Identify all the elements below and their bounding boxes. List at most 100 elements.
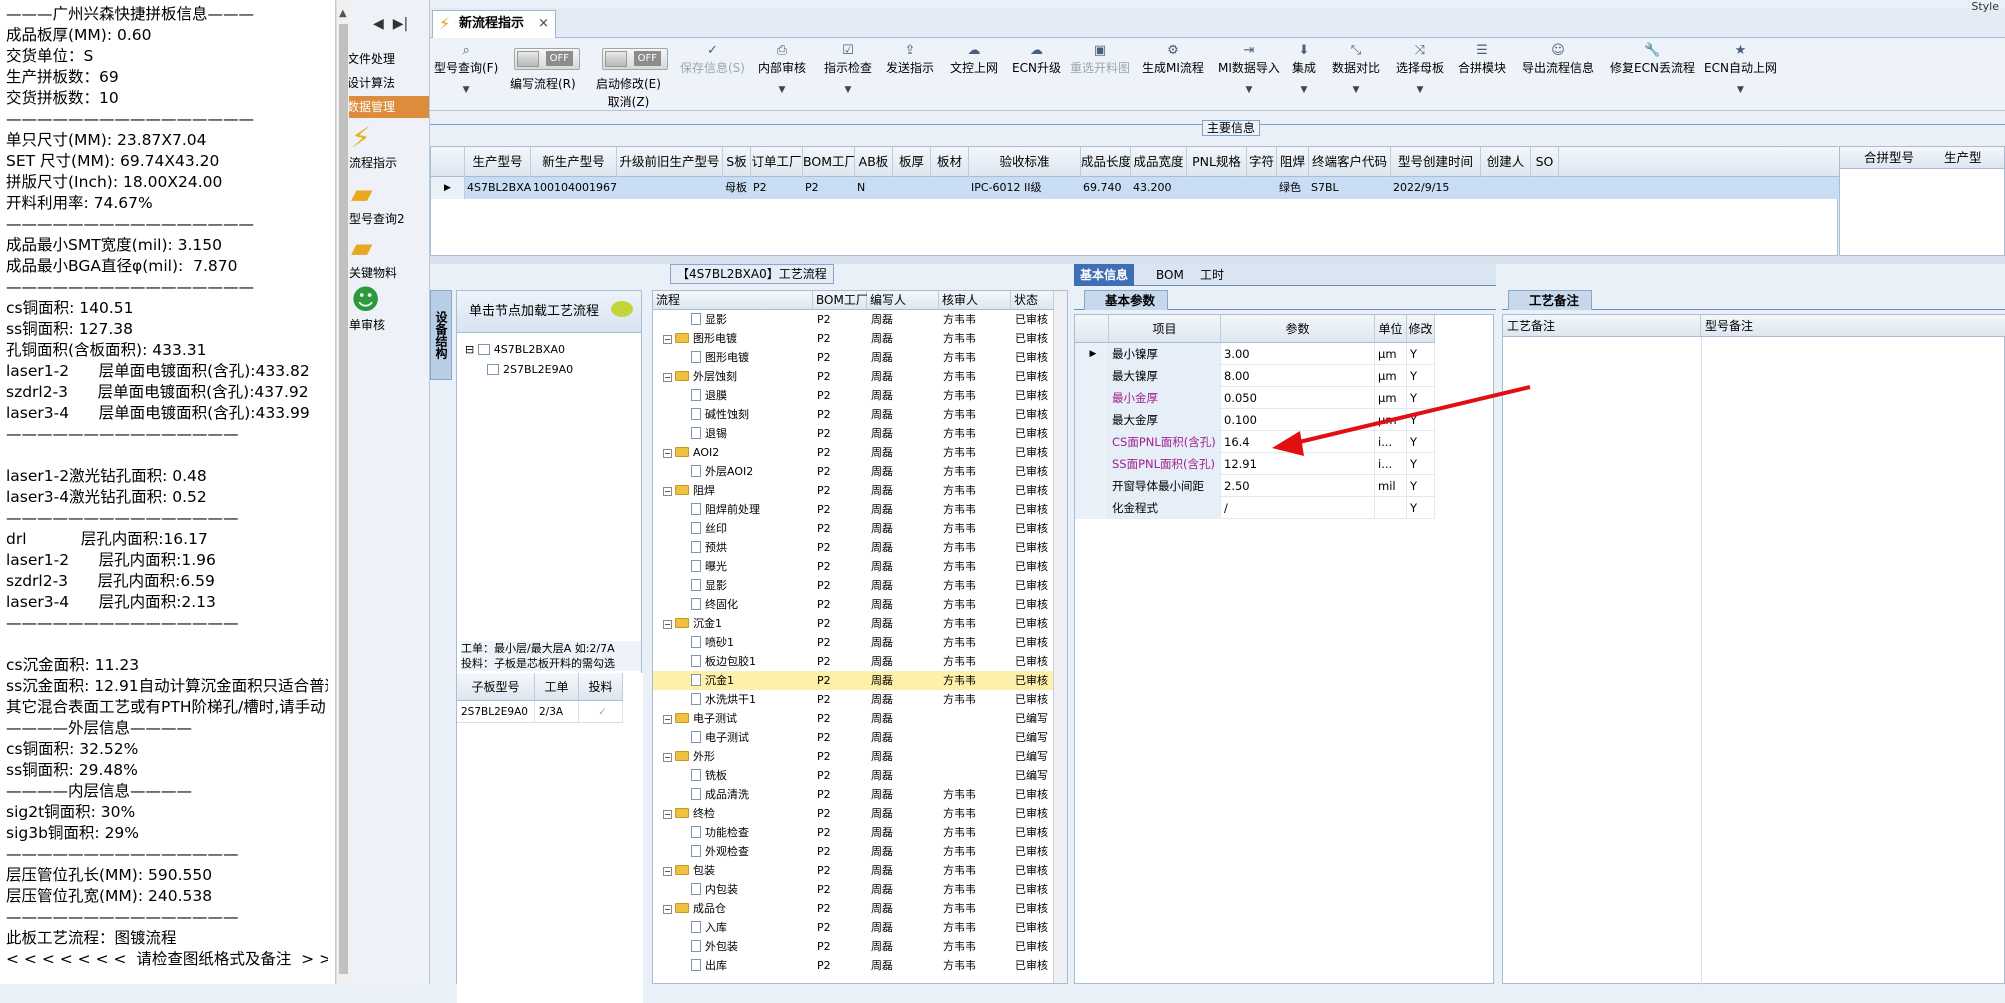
flow-name-cell[interactable]: 功能检查 — [691, 823, 813, 842]
work-order-cell[interactable]: 2/3A — [535, 701, 579, 723]
column-header[interactable]: BOM工厂 — [813, 291, 868, 310]
column-header[interactable]: 合拼型号 — [1864, 147, 1914, 169]
tab-basic-info[interactable]: 基本信息 — [1074, 264, 1135, 286]
dropdown-icon[interactable]: ▼ — [1218, 83, 1280, 97]
flow-name-cell[interactable]: 图形电镀 — [691, 348, 813, 367]
arrow-left-icon[interactable]: ◀ — [373, 16, 384, 32]
param-value-cell[interactable]: 12.91 — [1221, 453, 1375, 475]
flow-row[interactable]: 内包装 P2 周磊 方韦韦 已审核 — [653, 880, 1053, 899]
flow-name-cell[interactable]: 沉金1 — [691, 671, 813, 690]
nav-review[interactable]: ☻ 单审核 — [349, 284, 429, 333]
flow-name-cell[interactable]: 预烘 — [691, 538, 813, 557]
writer-cell[interactable]: 周磊 — [871, 785, 937, 804]
reviewer-cell[interactable]: 方韦韦 — [943, 500, 1009, 519]
column-header[interactable]: 参数 — [1221, 315, 1375, 343]
table-cell[interactable]: 69.740 — [1081, 177, 1131, 199]
collapse-icon[interactable]: − — [663, 715, 672, 724]
reviewer-cell[interactable]: 方韦韦 — [943, 804, 1009, 823]
writer-cell[interactable]: 周磊 — [871, 595, 937, 614]
collapse-icon[interactable]: − — [663, 373, 672, 382]
collapse-icon[interactable]: − — [663, 335, 672, 344]
status-cell[interactable]: 已审核 — [1015, 880, 1053, 899]
param-row[interactable]: 化金程式 / Y — [1075, 497, 1435, 519]
flow-row[interactable]: 外观检查 P2 周磊 方韦韦 已审核 — [653, 842, 1053, 861]
close-icon[interactable]: × — [538, 11, 549, 37]
reviewer-cell[interactable]: 方韦韦 — [943, 918, 1009, 937]
flow-name-cell[interactable]: − AOI2 — [663, 443, 813, 462]
flow-row[interactable]: 电子测试 P2 周磊 已编写 — [653, 728, 1053, 747]
flow-row[interactable]: 外包装 P2 周磊 方韦韦 已审核 — [653, 937, 1053, 956]
select-mother-button[interactable]: ⤨ 选择母板 ▼ — [1396, 43, 1444, 97]
collapse-icon[interactable]: − — [663, 810, 672, 819]
status-cell[interactable]: 已审核 — [1015, 804, 1053, 823]
column-header[interactable]: S板 — [723, 147, 751, 177]
column-header[interactable]: 板材 — [931, 147, 969, 177]
nav-item-file[interactable]: 文件处理 — [349, 48, 429, 70]
flow-name-cell[interactable]: − 终检 — [663, 804, 813, 823]
flow-row[interactable]: 碱性蚀刻 P2 周磊 方韦韦 已审核 — [653, 405, 1053, 424]
column-header[interactable]: 创建人 — [1481, 147, 1531, 177]
reviewer-cell[interactable]: 方韦韦 — [943, 576, 1009, 595]
flow-row[interactable]: 功能检查 P2 周磊 方韦韦 已审核 — [653, 823, 1053, 842]
dropdown-icon[interactable]: ▼ — [1396, 83, 1444, 97]
writer-cell[interactable]: 周磊 — [871, 367, 937, 386]
writer-cell[interactable]: 周磊 — [871, 804, 937, 823]
remark-grid[interactable]: 工艺备注 型号备注 — [1502, 314, 2005, 985]
column-header[interactable]: SO — [1531, 147, 1559, 177]
table-cell[interactable] — [617, 177, 723, 199]
flow-name-cell[interactable]: − 包装 — [663, 861, 813, 880]
process-flow-grid[interactable]: 流程 BOM工厂 编写人 核审人 状态 显影 P2 周磊 方韦韦 已审核 − 图形电镀 P2 周… — [652, 290, 1068, 984]
notepad-scrollbar[interactable]: ▲ — [336, 0, 349, 984]
flow-name-cell[interactable]: 退锡 — [691, 424, 813, 443]
splitter[interactable] — [430, 256, 2005, 264]
start-modify-toggle[interactable]: OFF — [602, 48, 668, 70]
column-header[interactable]: 终端客户代码 — [1309, 147, 1391, 177]
status-cell[interactable]: 已审核 — [1015, 405, 1053, 424]
dropdown-icon[interactable]: ▼ — [434, 83, 498, 97]
reviewer-cell[interactable]: 方韦韦 — [943, 443, 1009, 462]
table-cell[interactable]: 2022/9/15 — [1391, 177, 1481, 199]
table-cell[interactable]: IPC-6012 II级 — [969, 177, 1081, 199]
status-cell[interactable]: 已审核 — [1015, 500, 1053, 519]
vertical-tab[interactable]: 设备结构 — [430, 290, 452, 380]
flow-name-cell[interactable]: − 沉金1 — [663, 614, 813, 633]
ecn-auto-upload-button[interactable]: ★ ECN自动上网 ▼ — [1704, 43, 1777, 97]
reviewer-cell[interactable]: 方韦韦 — [943, 785, 1009, 804]
dropdown-icon[interactable]: ▼ — [1292, 83, 1316, 97]
sub-board-cell[interactable]: 2S7BL2E9A0 — [457, 701, 535, 723]
reviewer-cell[interactable]: 方韦韦 — [943, 614, 1009, 633]
dropdown-icon[interactable]: ▼ — [824, 83, 872, 97]
writer-cell[interactable]: 周磊 — [871, 386, 937, 405]
dropdown-icon[interactable]: ▼ — [1704, 83, 1777, 97]
flow-row[interactable]: 入库 P2 周磊 方韦韦 已审核 — [653, 918, 1053, 937]
writer-cell[interactable]: 周磊 — [871, 538, 937, 557]
dropdown-icon[interactable]: ▼ — [1332, 83, 1380, 97]
status-cell[interactable]: 已审核 — [1015, 652, 1053, 671]
status-cell[interactable]: 已审核 — [1015, 899, 1053, 918]
table-cell[interactable]: 10010400196799 — [531, 177, 617, 199]
status-cell[interactable]: 已审核 — [1015, 348, 1053, 367]
flow-row[interactable]: 曝光 P2 周磊 方韦韦 已审核 — [653, 557, 1053, 576]
column-header[interactable]: 验收标准 — [969, 147, 1081, 177]
tab-work-hours[interactable]: 工时 — [1194, 264, 1230, 286]
send-instruction-button[interactable]: ⇪ 发送指示 — [886, 43, 934, 77]
flow-name-cell[interactable]: 出库 — [691, 956, 813, 975]
flow-name-cell[interactable]: 水洗烘干1 — [691, 690, 813, 709]
column-header[interactable]: 新生产型号 — [531, 147, 617, 177]
nav-item-algo[interactable]: 设计算法 — [349, 72, 429, 94]
param-row[interactable]: 最大金厚 0.100 μm Y — [1075, 409, 1435, 431]
status-cell[interactable]: 已审核 — [1015, 785, 1053, 804]
import-mi-button[interactable]: ⇥ MI数据导入 ▼ — [1218, 43, 1280, 97]
collapse-icon[interactable]: − — [663, 867, 672, 876]
param-row[interactable]: CS面PNL面积(含孔) 16.4 i... Y — [1075, 431, 1435, 453]
status-cell[interactable]: 已审核 — [1015, 690, 1053, 709]
column-header[interactable]: PNL规格 — [1187, 147, 1247, 177]
flow-name-cell[interactable]: 外层AOI2 — [691, 462, 813, 481]
reviewer-cell[interactable]: 方韦韦 — [943, 348, 1009, 367]
reviewer-cell[interactable]: 方韦韦 — [943, 937, 1009, 956]
reviewer-cell[interactable]: 方韦韦 — [943, 405, 1009, 424]
flow-row[interactable]: 显影 P2 周磊 方韦韦 已审核 — [653, 310, 1053, 329]
flow-row[interactable]: 终固化 P2 周磊 方韦韦 已审核 — [653, 595, 1053, 614]
status-cell[interactable]: 已审核 — [1015, 538, 1053, 557]
reviewer-cell[interactable]: 方韦韦 — [943, 519, 1009, 538]
